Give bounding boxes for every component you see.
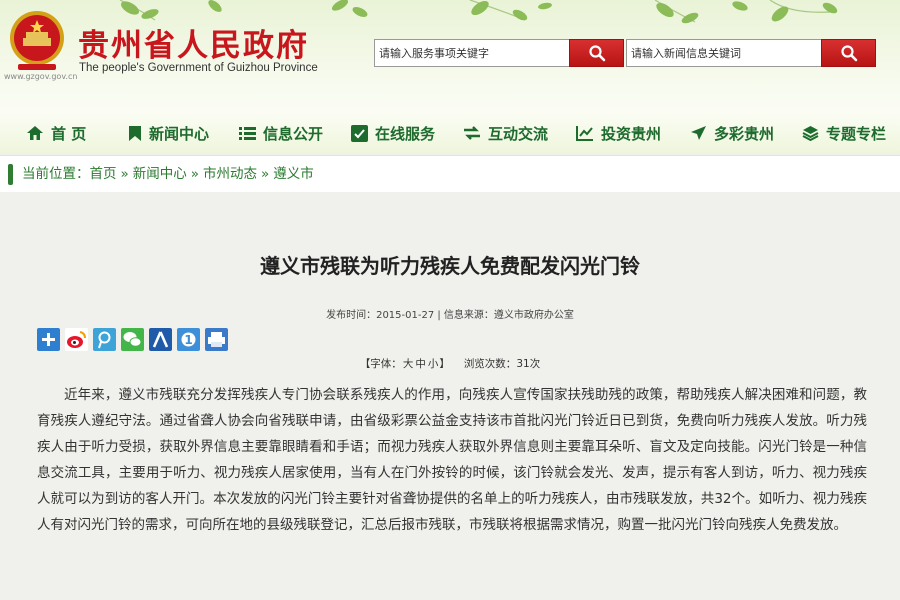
breadcrumb-separator: » bbox=[261, 166, 270, 182]
article-title: 遵义市残联为听力残疾人免费配发闪光门铃 bbox=[260, 254, 640, 278]
nav-item-invest[interactable]: 投资贵州 bbox=[576, 112, 661, 154]
news-search bbox=[626, 39, 876, 67]
breadcrumb-zunyi[interactable]: 遵义市 bbox=[273, 166, 314, 182]
share-toolbar: 1 bbox=[37, 328, 228, 351]
nav-label: 投资贵州 bbox=[601, 124, 662, 143]
share-plus-icon[interactable] bbox=[37, 328, 60, 351]
renren-icon[interactable] bbox=[149, 328, 172, 351]
views-label: 浏览次数： bbox=[463, 358, 517, 370]
nav-item-service[interactable]: 在线服务 bbox=[351, 112, 435, 154]
nav-item-home[interactable]: 首 页 bbox=[26, 112, 86, 154]
nav-label: 在线服务 bbox=[375, 124, 436, 143]
nav-label: 多彩贵州 bbox=[714, 124, 775, 143]
breadcrumb-city-news[interactable]: 市州动态 bbox=[203, 166, 257, 182]
font-small-link[interactable]: 小 bbox=[428, 358, 439, 370]
site-title: 贵州省人民政府 bbox=[78, 28, 309, 64]
bookmark-icon bbox=[128, 125, 142, 142]
nav-item-info[interactable]: 信息公开 bbox=[239, 112, 323, 154]
site-url: www.gzgov.gov.cn bbox=[4, 72, 78, 81]
breadcrumb-prefix: 当前位置： bbox=[22, 166, 90, 182]
views-unit: 次 bbox=[529, 358, 541, 370]
home-icon bbox=[26, 125, 44, 141]
nav-label: 信息公开 bbox=[263, 124, 324, 143]
breadcrumb-news[interactable]: 新闻中心 bbox=[133, 166, 187, 182]
font-medium-link[interactable]: 中 bbox=[415, 358, 426, 370]
font-size-label: 【字体： bbox=[359, 358, 402, 370]
nav-item-news[interactable]: 新闻中心 bbox=[128, 112, 209, 154]
kaixin-icon[interactable]: 1 bbox=[177, 328, 200, 351]
article-body: 近年来，遵义市残联充分发挥残疾人专门协会联系残疾人的作用，向残疾人宣传国家扶残助… bbox=[37, 387, 867, 533]
service-search bbox=[374, 39, 624, 67]
breadcrumb-bar: 当前位置：首页» 新闻中心» 市州动态» 遵义市 bbox=[0, 155, 900, 192]
print-icon[interactable] bbox=[205, 328, 228, 351]
exchange-icon bbox=[463, 125, 481, 141]
site-header: www.gzgov.gov.cn 贵州省人民政府 The people's Go… bbox=[0, 0, 900, 112]
views-count: 31 bbox=[516, 358, 530, 370]
font-size-close: 】 bbox=[439, 358, 450, 370]
tencent-weibo-icon[interactable] bbox=[93, 328, 116, 351]
search-icon bbox=[588, 45, 605, 62]
nav-item-colorful[interactable]: 多彩贵州 bbox=[690, 112, 774, 154]
font-large-link[interactable]: 大 bbox=[403, 358, 414, 370]
service-icon bbox=[351, 124, 368, 142]
breadcrumb-separator: » bbox=[120, 166, 129, 182]
weibo-icon[interactable] bbox=[65, 328, 88, 351]
svg-text:1: 1 bbox=[184, 333, 192, 347]
news-search-input[interactable] bbox=[626, 39, 821, 67]
main-nav: 首 页 新闻中心 信息公开 在线服务 互动交流 投资贵州 多彩贵州 专题专栏 bbox=[0, 112, 900, 154]
breadcrumb: 当前位置：首页» 新闻中心» 市州动态» 遵义市 bbox=[22, 156, 314, 193]
article-meta: 发布时间：2015-01-27 | 信息来源：遵义市政府办公室 bbox=[326, 310, 574, 321]
nav-item-topics[interactable]: 专题专栏 bbox=[802, 112, 886, 154]
plane-icon bbox=[690, 125, 707, 142]
layers-icon bbox=[802, 125, 819, 141]
nav-item-interaction[interactable]: 互动交流 bbox=[463, 112, 548, 154]
site-subtitle: The people's Government of Guizhou Provi… bbox=[79, 62, 318, 74]
service-search-input[interactable] bbox=[374, 39, 569, 67]
list-icon bbox=[239, 126, 256, 141]
nav-label: 专题专栏 bbox=[826, 124, 887, 143]
nav-label: 互动交流 bbox=[488, 124, 549, 143]
font-size-controls: 【字体：大中小】 浏览次数：31次 bbox=[0, 356, 900, 371]
chart-icon bbox=[576, 125, 594, 141]
breadcrumb-accent bbox=[8, 164, 13, 185]
nav-label: 首 页 bbox=[51, 124, 87, 143]
national-emblem-logo bbox=[10, 11, 64, 70]
breadcrumb-home[interactable]: 首页 bbox=[90, 166, 117, 182]
news-search-button[interactable] bbox=[821, 39, 876, 67]
breadcrumb-separator: » bbox=[190, 166, 200, 182]
nav-label: 新闻中心 bbox=[149, 124, 210, 143]
wechat-icon[interactable] bbox=[121, 328, 144, 351]
search-icon bbox=[840, 45, 857, 62]
service-search-button[interactable] bbox=[569, 39, 624, 67]
